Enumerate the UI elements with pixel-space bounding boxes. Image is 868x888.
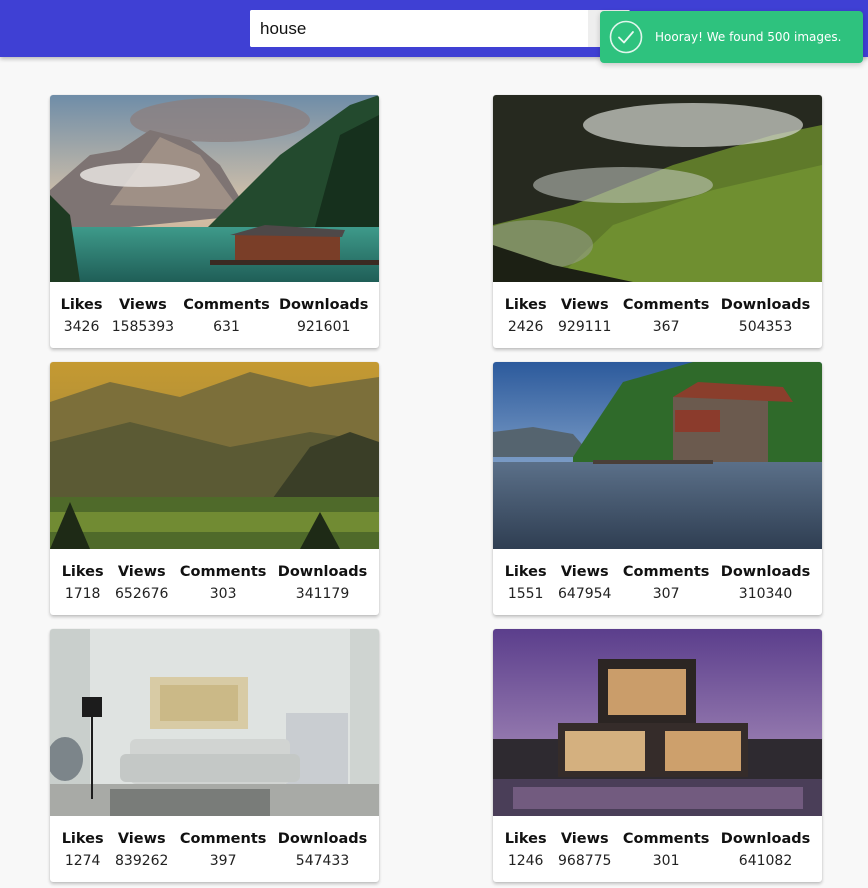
views-label: Views [117,831,166,847]
likes-stat: Likes 1718 [62,563,104,603]
views-count: 652676 [115,586,169,602]
image-card: Likes 1246 Views 968775 Comments 301 Downlo… [493,629,822,882]
comments-count: 631 [213,319,240,335]
card-stats: Likes 1246 Views 968775 Comments 301 Downlo… [493,830,822,870]
comments-label: Comments [622,831,710,847]
likes-label: Likes [504,831,547,847]
gallery-image[interactable] [493,95,822,282]
downloads-count: 641082 [738,853,793,869]
views-count: 839262 [115,853,169,869]
downloads-label: Downloads [277,564,368,580]
gallery-image[interactable] [493,629,822,816]
views-label: Views [117,564,166,580]
comments-stat: Comments 307 [623,563,710,603]
comments-stat: Comments 367 [623,296,710,336]
comments-count: 397 [209,853,237,869]
gallery-image[interactable] [50,95,379,282]
likes-stat: Likes 1551 [505,563,547,603]
downloads-label: Downloads [278,297,369,313]
views-label: Views [560,564,609,580]
likes-count: 2426 [507,319,544,335]
success-toast[interactable]: Hooray! We found 500 images. [600,11,863,63]
likes-label: Likes [504,564,547,580]
likes-count: 1718 [64,586,101,602]
likes-count: 1551 [507,586,544,602]
card-stats: Likes 1274 Views 839262 Comments 397 Downlo… [50,830,379,870]
downloads-stat: Downloads 310340 [721,563,810,603]
downloads-stat: Downloads 641082 [721,830,810,870]
comments-stat: Comments 301 [623,830,710,870]
views-stat: Views 968775 [558,830,611,870]
likes-label: Likes [61,831,104,847]
comments-label: Comments [179,564,267,580]
downloads-label: Downloads [277,831,368,847]
downloads-stat: Downloads 341179 [278,563,367,603]
gallery-image[interactable] [50,362,379,549]
likes-label: Likes [61,564,104,580]
card-stats: Likes 1718 Views 652676 Comments 303 Downlo… [50,563,379,603]
downloads-stat: Downloads 504353 [721,296,810,336]
likes-stat: Likes 2426 [505,296,547,336]
downloads-count: 504353 [738,319,793,335]
comments-stat: Comments 631 [183,296,270,336]
downloads-count: 310340 [738,586,793,602]
likes-stat: Likes 1274 [62,830,104,870]
likes-label: Likes [60,297,103,313]
comments-label: Comments [183,297,270,313]
likes-count: 1246 [507,853,544,869]
comments-label: Comments [622,564,710,580]
card-stats: Likes 1551 Views 647954 Comments 307 Downlo… [493,563,822,603]
image-card: Likes 2426 Views 929111 Comments 367 Downlo… [493,95,822,348]
views-stat: Views 1585393 [112,296,174,336]
views-label: Views [560,297,609,313]
likes-count: 1274 [64,853,101,869]
comments-count: 307 [652,586,680,602]
gallery-image[interactable] [493,362,822,549]
downloads-stat: Downloads 547433 [278,830,367,870]
comments-count: 301 [652,853,680,869]
views-stat: Views 839262 [115,830,168,870]
downloads-label: Downloads [720,297,811,313]
image-card: Likes 3426 Views 1585393 Comments 631 Downl… [50,95,379,348]
image-card: Likes 1274 Views 839262 Comments 397 Downlo… [50,629,379,882]
gallery-image[interactable] [50,629,379,816]
views-stat: Views 647954 [558,563,611,603]
toast-message: Hooray! We found 500 images. [655,30,842,44]
likes-stat: Likes 1246 [505,830,547,870]
likes-label: Likes [504,297,547,313]
views-label: Views [118,297,167,313]
downloads-count: 341179 [295,586,350,602]
image-card: Likes 1718 Views 652676 Comments 303 Downlo… [50,362,379,615]
views-count: 1585393 [111,319,175,335]
comments-label: Comments [179,831,267,847]
views-stat: Views 652676 [115,563,168,603]
downloads-label: Downloads [720,564,811,580]
comments-count: 367 [652,319,680,335]
comments-label: Comments [622,297,710,313]
check-circle-icon [609,20,643,54]
views-label: Views [560,831,609,847]
search-form [250,10,630,47]
likes-stat: Likes 3426 [61,296,103,336]
search-input[interactable] [250,10,588,47]
downloads-label: Downloads [720,831,811,847]
comments-count: 303 [209,586,237,602]
downloads-count: 921601 [296,319,351,335]
card-stats: Likes 3426 Views 1585393 Comments 631 Downl… [50,296,379,336]
likes-count: 3426 [63,319,100,335]
views-stat: Views 929111 [558,296,611,336]
downloads-count: 547433 [295,853,350,869]
views-count: 647954 [558,586,612,602]
card-stats: Likes 2426 Views 929111 Comments 367 Downlo… [493,296,822,336]
comments-stat: Comments 397 [180,830,267,870]
image-card: Likes 1551 Views 647954 Comments 307 Downlo… [493,362,822,615]
comments-stat: Comments 303 [180,563,267,603]
downloads-stat: Downloads 921601 [279,296,368,336]
views-count: 929111 [558,319,612,335]
views-count: 968775 [558,853,612,869]
